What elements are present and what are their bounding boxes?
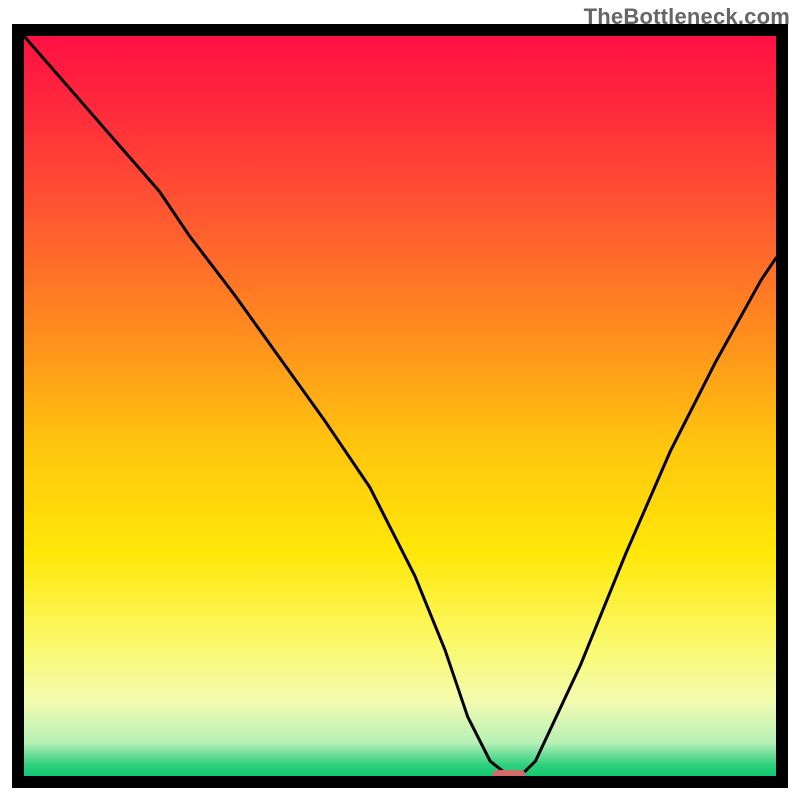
chart-frame: TheBottleneck.com bbox=[0, 0, 800, 800]
gradient-background bbox=[24, 36, 776, 776]
bottleneck-chart bbox=[12, 24, 788, 788]
